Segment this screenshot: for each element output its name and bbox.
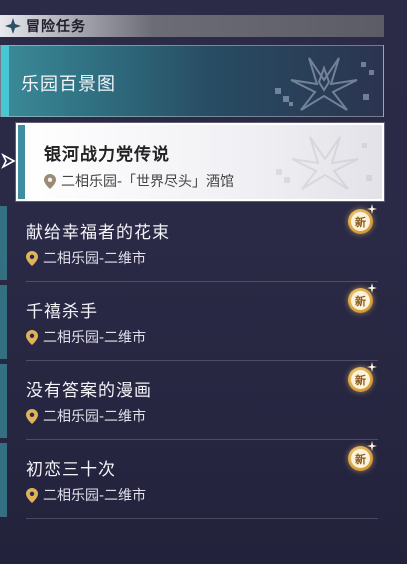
- quest-location-text: 二相乐园-二维市: [43, 330, 147, 346]
- decorative-emblem-icon: [276, 136, 372, 190]
- quest-accent-bar: [0, 443, 7, 517]
- new-badge-icon: 新: [346, 441, 377, 473]
- divider: [26, 439, 378, 440]
- quest-title: 初恋三十次: [26, 460, 116, 480]
- new-badge-text: 新: [351, 449, 370, 468]
- quest-title: 献给幸福者的花束: [26, 223, 170, 243]
- quest-accent-bar: [0, 206, 7, 280]
- arrow-right-icon: [1, 153, 16, 169]
- sparkle-icon: [367, 441, 377, 451]
- map-pin-icon: [44, 173, 56, 189]
- quest-location: 二相乐园-「世界尽头」酒馆: [44, 171, 234, 191]
- map-pin-icon: [26, 487, 38, 503]
- quest-accent-bar: [0, 364, 7, 438]
- quest-item[interactable]: 初恋三十次 二相乐园-二维市 新: [0, 441, 384, 519]
- quest-location-text: 二相乐园-二维市: [43, 488, 147, 504]
- map-pin-icon: [26, 329, 38, 345]
- quest-item[interactable]: 没有答案的漫画 二相乐园-二维市 新: [0, 362, 384, 440]
- quest-accent-bar: [18, 125, 25, 199]
- quest-item[interactable]: 千禧杀手 二相乐园-二维市 新: [0, 283, 384, 361]
- quest-title: 千禧杀手: [26, 302, 98, 322]
- sparkle-icon: [367, 283, 377, 293]
- quest-location-text: 二相乐园-二维市: [43, 409, 147, 425]
- quest-location: 二相乐园-二维市: [26, 485, 146, 505]
- quest-item[interactable]: 献给幸福者的花束 二相乐园-二维市 新: [0, 204, 384, 282]
- quest-location: 二相乐园-二维市: [26, 327, 146, 347]
- new-badge-icon: 新: [346, 283, 377, 315]
- quest-location: 二相乐园-二维市: [26, 406, 146, 426]
- new-badge-text: 新: [351, 212, 370, 231]
- category-label: 乐园百景图: [21, 74, 116, 95]
- divider: [26, 281, 378, 282]
- section-title: 冒险任务: [26, 19, 86, 35]
- quest-accent-bar: [0, 285, 7, 359]
- divider: [26, 360, 378, 361]
- quest-location-text: 二相乐园-二维市: [43, 251, 147, 267]
- quest-item-selected[interactable]: 银河战力党传说 二相乐园-「世界尽头」酒馆: [16, 123, 384, 201]
- quest-section-header: 冒险任务: [0, 15, 384, 37]
- map-pin-icon: [26, 250, 38, 266]
- decorative-emblem-icon: [275, 57, 374, 111]
- new-badge-text: 新: [351, 291, 370, 310]
- quest-location: 二相乐园-二维市: [26, 248, 146, 268]
- quest-title: 银河战力党传说: [44, 145, 170, 165]
- sparkle-icon: [367, 204, 377, 214]
- diamond-star-icon: [3, 16, 23, 36]
- new-badge-icon: 新: [346, 362, 377, 394]
- category-accent-bar: [1, 46, 9, 116]
- quest-location-text: 二相乐园-「世界尽头」酒馆: [61, 174, 235, 190]
- divider: [26, 518, 378, 519]
- new-badge-text: 新: [351, 370, 370, 389]
- sparkle-icon: [367, 362, 377, 372]
- map-pin-icon: [26, 408, 38, 424]
- quest-title: 没有答案的漫画: [26, 381, 152, 401]
- category-tab-paradise[interactable]: 乐园百景图: [0, 45, 384, 117]
- new-badge-icon: 新: [346, 204, 377, 236]
